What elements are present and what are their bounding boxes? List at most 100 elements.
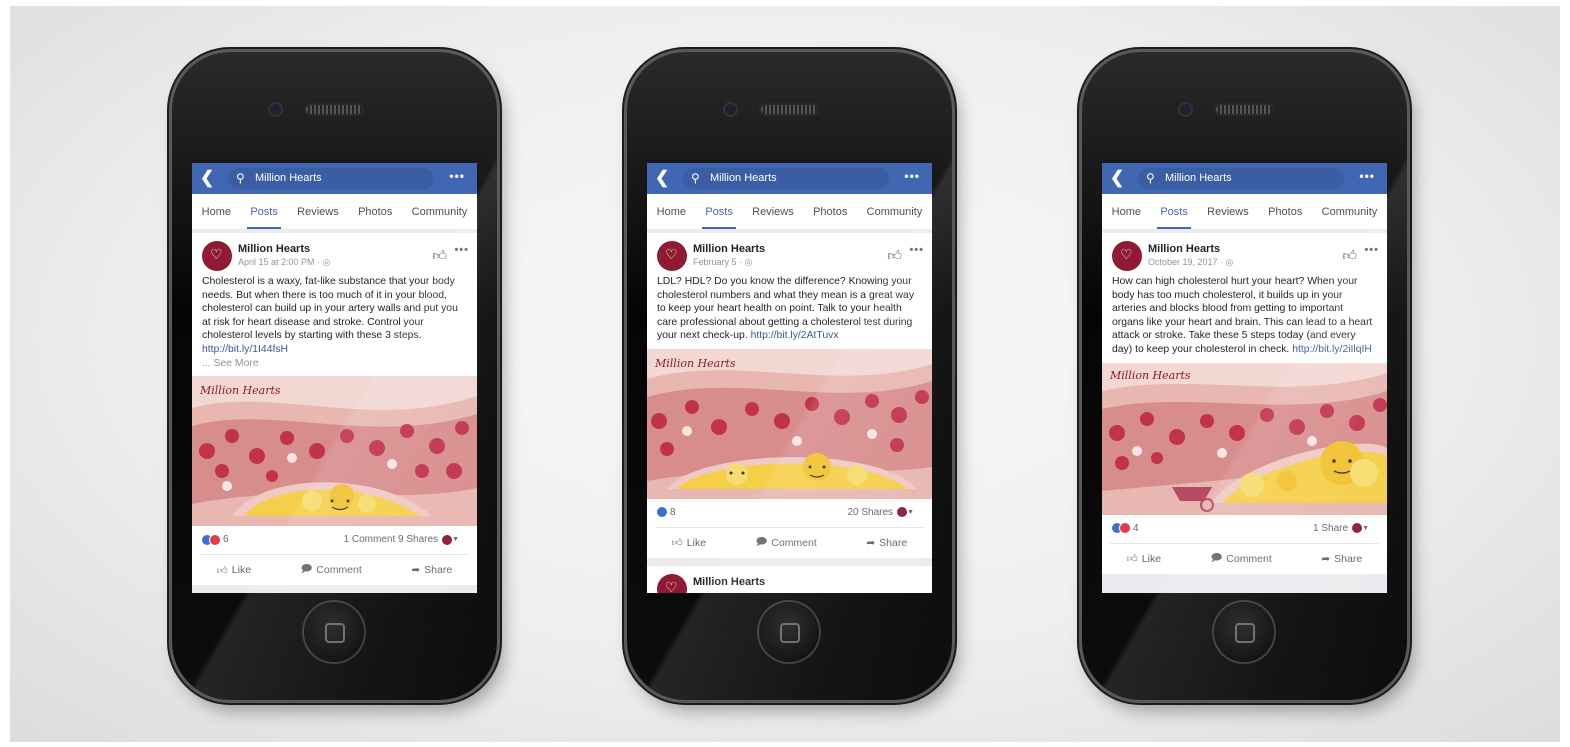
post-header: Million Hearts October 19, 2017 · ◎ 👍︎ •…: [1102, 233, 1387, 275]
post-link[interactable]: http://bit.ly/2iIlqIH: [1292, 344, 1372, 355]
thumbs-up-icon[interactable]: 👍︎: [1342, 247, 1357, 264]
engagement-stats[interactable]: 20 Shares ▼: [847, 507, 914, 518]
tab-photos[interactable]: Photos: [813, 206, 847, 218]
post-more-icon[interactable]: •••: [1364, 244, 1379, 256]
post-actions: 👍︎ Like 🗩︎ Comment ➦ Share: [192, 555, 477, 585]
post-date[interactable]: February 5 · ◎: [693, 257, 752, 268]
reaction-count[interactable]: 8: [657, 507, 676, 518]
tab-photos[interactable]: Photos: [1268, 206, 1302, 218]
avatar[interactable]: [657, 573, 687, 593]
post-link[interactable]: http://bit.ly/2AtTuvx: [751, 330, 839, 341]
phone-screen: ❮ ⚲ Million Hearts ••• Home Posts Review…: [647, 163, 932, 593]
post-counts: 4 1 Share ▼: [1110, 515, 1379, 544]
tab-photos[interactable]: Photos: [358, 206, 392, 218]
page-name[interactable]: Million Hearts: [693, 576, 765, 588]
tab-reviews[interactable]: Reviews: [752, 206, 794, 218]
page-tabs: Home Posts Reviews Photos Community: [1102, 194, 1387, 233]
post-text: Cholesterol is a waxy, fat-like substanc…: [192, 275, 477, 376]
post-card: Million Hearts February 5 · ◎ 👍︎ ••• LDL…: [647, 233, 932, 558]
avatar[interactable]: [657, 241, 687, 271]
like-button[interactable]: 👍︎ Like: [671, 536, 706, 550]
artery-illustration: [647, 348, 932, 499]
avatar[interactable]: [1112, 241, 1142, 271]
engagement-stats[interactable]: 1 Share ▼: [1313, 523, 1369, 534]
post-image[interactable]: Million Hearts: [1102, 362, 1387, 515]
like-icon: 👍︎: [1126, 553, 1138, 566]
post-counts: 8 20 Shares ▼: [655, 499, 924, 528]
page-name[interactable]: Million Hearts: [693, 243, 765, 255]
phone-2: ❮ ⚲ Million Hearts ••• Home Posts Review…: [627, 52, 952, 700]
speaker-grille: [761, 105, 817, 114]
share-icon: ➦: [1321, 552, 1331, 565]
phone-screen: ❮ ⚲ Million Hearts ••• Home Posts Review…: [192, 163, 477, 593]
comment-button[interactable]: 🗩︎ Comment: [301, 561, 362, 579]
caret-down-icon: ▼: [452, 536, 459, 544]
search-input[interactable]: ⚲ Million Hearts: [228, 168, 434, 189]
reaction-count[interactable]: 4: [1112, 523, 1139, 534]
tab-reviews[interactable]: Reviews: [297, 206, 339, 218]
home-button[interactable]: [1214, 602, 1274, 662]
artery-illustration: [1102, 362, 1387, 515]
page-name[interactable]: Million Hearts: [1148, 243, 1220, 255]
like-reaction-icon: [657, 507, 667, 518]
share-button[interactable]: ➦ Share: [411, 564, 452, 576]
comment-icon: 🗩︎: [1210, 551, 1223, 564]
love-reaction-icon: [210, 534, 220, 545]
share-button[interactable]: ➦ Share: [866, 537, 907, 549]
back-arrow-icon[interactable]: ❮: [1110, 168, 1124, 188]
post-date[interactable]: October 19, 2017 · ◎: [1148, 257, 1233, 268]
like-icon: 👍︎: [671, 537, 683, 550]
post-card: Million Hearts October 19, 2017 · ◎ 👍︎ •…: [1102, 233, 1387, 574]
tab-home[interactable]: Home: [657, 206, 686, 218]
engagement-stats[interactable]: 1 Comment 9 Shares ▼: [344, 534, 459, 545]
more-options-icon[interactable]: •••: [904, 169, 920, 183]
like-button[interactable]: 👍︎ Like: [1126, 552, 1161, 566]
tab-community[interactable]: Community: [412, 206, 468, 218]
next-post-card: Million Hearts: [647, 565, 932, 593]
caret-down-icon: ▼: [907, 508, 914, 516]
see-more-link[interactable]: ... See More: [202, 357, 467, 371]
search-input[interactable]: ⚲ Million Hearts: [683, 168, 889, 189]
more-options-icon[interactable]: •••: [1359, 169, 1375, 183]
camera-icon: [270, 104, 281, 115]
page-tabs: Home Posts Reviews Photos Community: [192, 194, 477, 233]
tab-community[interactable]: Community: [867, 206, 923, 218]
tab-posts[interactable]: Posts: [702, 206, 736, 229]
post-counts: 6 1 Comment 9 Shares ▼: [200, 526, 469, 556]
home-button[interactable]: [759, 602, 819, 662]
page-name[interactable]: Million Hearts: [238, 243, 310, 255]
back-arrow-icon[interactable]: ❮: [200, 168, 214, 188]
post-actions: 👍︎ Like 🗩︎ Comment ➦ Share: [1102, 544, 1387, 574]
comment-button[interactable]: 🗩︎ Comment: [1211, 550, 1272, 568]
avatar[interactable]: [202, 241, 232, 271]
tab-community[interactable]: Community: [1322, 206, 1378, 218]
post-date[interactable]: April 15 at 2:00 PM · ◎: [238, 257, 330, 268]
thumbs-up-icon[interactable]: 👍︎: [432, 247, 447, 264]
reaction-count[interactable]: 6: [202, 534, 229, 545]
post-image[interactable]: Million Hearts: [192, 376, 477, 527]
back-arrow-icon[interactable]: ❮: [655, 168, 669, 188]
post-more-icon[interactable]: •••: [909, 244, 924, 256]
post-image[interactable]: Million Hearts: [647, 348, 932, 499]
tab-reviews[interactable]: Reviews: [1207, 206, 1249, 218]
like-icon: 👍︎: [216, 564, 228, 577]
thumbs-up-icon[interactable]: 👍︎: [887, 247, 902, 264]
tab-home[interactable]: Home: [1112, 206, 1141, 218]
artery-illustration: [192, 376, 477, 527]
phone-3: ❮ ⚲ Million Hearts ••• Home Posts Review…: [1082, 52, 1407, 700]
art-logo: Million Hearts: [200, 384, 281, 398]
tab-home[interactable]: Home: [202, 206, 231, 218]
like-button[interactable]: 👍︎ Like: [217, 564, 251, 577]
tab-posts[interactable]: Posts: [1157, 206, 1191, 229]
post-link[interactable]: http://bit.ly/1I44fsH: [202, 344, 288, 355]
search-input[interactable]: ⚲ Million Hearts: [1138, 168, 1344, 189]
share-button[interactable]: ➦ Share: [1321, 553, 1362, 565]
tab-posts[interactable]: Posts: [247, 206, 281, 229]
comment-icon: 🗩︎: [300, 563, 313, 576]
more-options-icon[interactable]: •••: [449, 169, 465, 183]
comment-button[interactable]: 🗩︎ Comment: [756, 534, 817, 552]
share-icon: ➦: [411, 564, 421, 577]
camera-icon: [725, 104, 736, 115]
post-more-icon[interactable]: •••: [454, 244, 469, 256]
home-button[interactable]: [304, 602, 364, 662]
